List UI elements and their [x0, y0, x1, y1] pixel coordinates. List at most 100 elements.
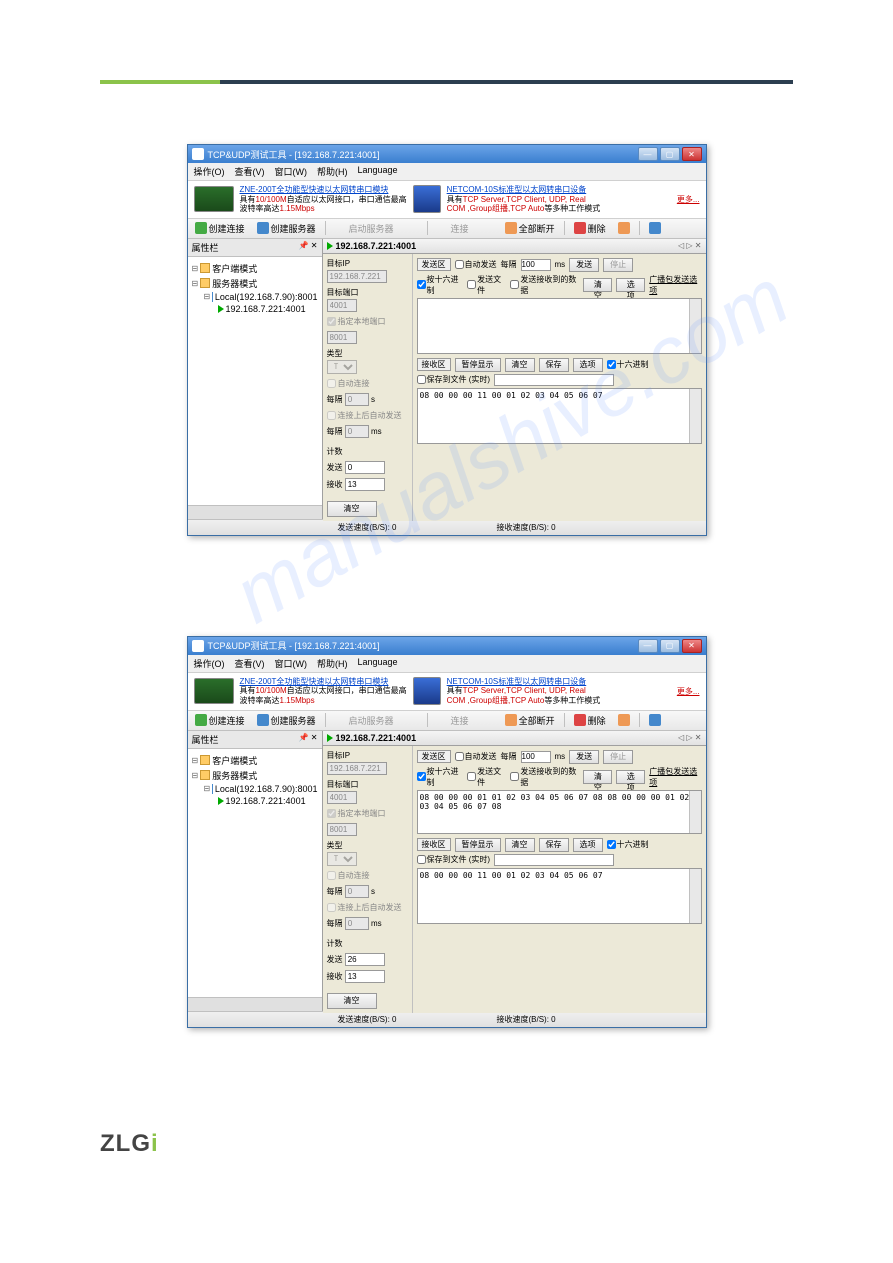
send-clear-button[interactable]: 清空: [583, 278, 612, 292]
tb-help[interactable]: [670, 221, 688, 235]
local-port-input[interactable]: [327, 331, 357, 344]
connection-tree[interactable]: ⊟客户端模式 ⊟服务器模式 ⊟Local(192.168.7.90):8001 …: [188, 257, 322, 505]
recv-hex-chk[interactable]: 十六进制: [607, 839, 649, 850]
recv-clear-button[interactable]: 清空: [505, 358, 535, 372]
scrollbar[interactable]: [689, 389, 701, 443]
tree-client-mode[interactable]: ⊟客户端模式: [190, 753, 320, 768]
stop-button[interactable]: 停止: [603, 750, 633, 764]
maximize-button[interactable]: ▢: [660, 639, 680, 653]
target-port-input[interactable]: [327, 299, 357, 312]
echo-chk[interactable]: 发送接收到的数据: [510, 766, 579, 788]
interval2-input[interactable]: [345, 917, 369, 930]
menu-view[interactable]: 查看(V): [235, 165, 265, 178]
interval-input[interactable]: [345, 885, 369, 898]
tb-stop-server[interactable]: [403, 713, 421, 727]
tb-create-server[interactable]: 创建服务器: [254, 713, 319, 728]
bind-local-chk[interactable]: 指定本地端口: [327, 316, 408, 327]
tb-start-server[interactable]: 启动服务器: [332, 221, 397, 236]
send-button[interactable]: 发送: [569, 750, 599, 764]
interval2-input[interactable]: [345, 425, 369, 438]
pin-icon[interactable]: 📌 ✕: [299, 733, 318, 746]
tb-start-server[interactable]: 启动服务器: [332, 713, 397, 728]
save-path-input[interactable]: [494, 374, 614, 386]
menu-window[interactable]: 窗口(W): [275, 165, 308, 178]
send-textarea[interactable]: [417, 298, 702, 354]
echo-chk[interactable]: 发送接收到的数据: [510, 274, 579, 296]
menu-view[interactable]: 查看(V): [235, 657, 265, 670]
tree-local[interactable]: ⊟Local(192.168.7.90):8001: [190, 783, 320, 795]
tb-cascade[interactable]: [646, 713, 664, 727]
close-button[interactable]: ✕: [682, 639, 702, 653]
tb-create-server[interactable]: 创建服务器: [254, 221, 319, 236]
sidebar-scrollbar[interactable]: [188, 505, 322, 519]
tb-disconnect-all[interactable]: 全部断开: [502, 713, 558, 728]
tab-nav[interactable]: ◁ ▷ ✕: [678, 733, 701, 743]
recv-opts-button[interactable]: 选项: [573, 358, 603, 372]
recv-clear-button[interactable]: 清空: [505, 838, 535, 852]
product-link-1[interactable]: ZNE-200T全功能型快速以太网转串口模块: [240, 677, 389, 686]
send-opts-button[interactable]: 选项: [616, 770, 645, 784]
menu-help[interactable]: 帮助(H): [317, 165, 348, 178]
auto-send-chk[interactable]: 自动发送: [455, 259, 497, 270]
product-link-2[interactable]: NETCOM-10S标准型以太网转串口设备: [447, 677, 587, 686]
send-clear-button[interactable]: 清空: [583, 770, 612, 784]
send-interval-input[interactable]: [521, 259, 551, 271]
tb-delete[interactable]: 删除: [571, 713, 609, 728]
recv-textarea[interactable]: 08 00 00 00 11 00 01 02 03 04 05 06 07: [417, 868, 702, 924]
close-button[interactable]: ✕: [682, 147, 702, 161]
tb-create-conn[interactable]: 创建连接: [192, 713, 248, 728]
send-button[interactable]: 发送: [569, 258, 599, 272]
menu-language[interactable]: Language: [358, 165, 398, 178]
auto-conn-chk[interactable]: 自动连接: [327, 870, 408, 881]
broadcast-label[interactable]: 广播包发送选项: [649, 766, 701, 788]
send-opts-button[interactable]: 选项: [616, 278, 645, 292]
target-port-input[interactable]: [327, 791, 357, 804]
save-button[interactable]: 保存: [539, 838, 569, 852]
tb-cascade[interactable]: [646, 221, 664, 235]
tb-create-conn[interactable]: 创建连接: [192, 221, 248, 236]
product-link-1[interactable]: ZNE-200T全功能型快速以太网转串口模块: [240, 185, 389, 194]
type-select[interactable]: TCP: [327, 852, 357, 866]
menu-operate[interactable]: 操作(O): [194, 165, 225, 178]
tb-stop-server[interactable]: [403, 221, 421, 235]
save-file-chk[interactable]: 保存到文件 (实时): [417, 854, 491, 865]
interval-input[interactable]: [345, 393, 369, 406]
maximize-button[interactable]: ▢: [660, 147, 680, 161]
pin-icon[interactable]: 📌 ✕: [299, 241, 318, 254]
tb-connect[interactable]: 连接: [434, 221, 472, 236]
tb-disconnect[interactable]: [478, 221, 496, 235]
bind-local-chk[interactable]: 指定本地端口: [327, 808, 408, 819]
file-chk[interactable]: 发送文件: [467, 274, 506, 296]
stop-button[interactable]: 停止: [603, 258, 633, 272]
tree-local[interactable]: ⊟Local(192.168.7.90):8001: [190, 291, 320, 303]
local-port-input[interactable]: [327, 823, 357, 836]
tree-connection[interactable]: 192.168.7.221:4001: [190, 795, 320, 807]
tab-nav[interactable]: ◁ ▷ ✕: [678, 241, 701, 251]
tb-delete[interactable]: 删除: [571, 221, 609, 236]
tb-connect[interactable]: 连接: [434, 713, 472, 728]
clear-count-button[interactable]: 清空: [327, 993, 377, 1009]
menu-window[interactable]: 窗口(W): [275, 657, 308, 670]
tb-refresh[interactable]: [615, 713, 633, 727]
auto-send-chk[interactable]: 自动发送: [455, 751, 497, 762]
product-link-2[interactable]: NETCOM-10S标准型以太网转串口设备: [447, 185, 587, 194]
save-file-chk[interactable]: 保存到文件 (实时): [417, 374, 491, 385]
tree-connection[interactable]: 192.168.7.221:4001: [190, 303, 320, 315]
hex-chk[interactable]: 按十六进制: [417, 766, 464, 788]
title-bar[interactable]: TCP&UDP测试工具 - [192.168.7.221:4001] — ▢ ✕: [188, 637, 706, 655]
menu-operate[interactable]: 操作(O): [194, 657, 225, 670]
sidebar-scrollbar[interactable]: [188, 997, 322, 1011]
menu-language[interactable]: Language: [358, 657, 398, 670]
send-interval-input[interactable]: [521, 751, 551, 763]
file-chk[interactable]: 发送文件: [467, 766, 506, 788]
recv-opts-button[interactable]: 选项: [573, 838, 603, 852]
minimize-button[interactable]: —: [638, 147, 658, 161]
pause-button[interactable]: 暂停显示: [455, 358, 501, 372]
send-textarea[interactable]: 08 00 00 00 01 01 02 03 04 05 06 07 08 0…: [417, 790, 702, 834]
auto-conn-chk[interactable]: 自动连接: [327, 378, 408, 389]
more-link[interactable]: 更多...: [677, 194, 700, 205]
target-ip-input[interactable]: [327, 270, 387, 283]
title-bar[interactable]: TCP&UDP测试工具 - [192.168.7.221:4001] — ▢ ✕: [188, 145, 706, 163]
type-select[interactable]: TCP: [327, 360, 357, 374]
scrollbar[interactable]: [689, 299, 701, 353]
